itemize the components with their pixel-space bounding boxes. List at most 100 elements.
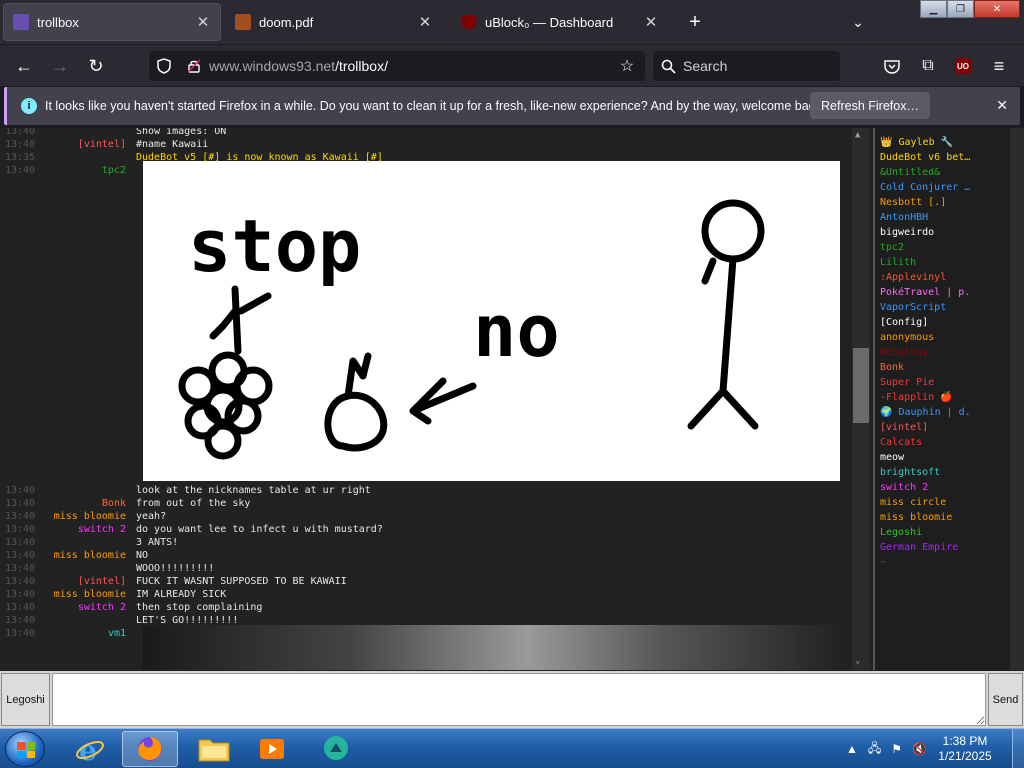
reload-icon[interactable]: ↻ [82,53,110,79]
action-center-flag-icon[interactable]: ⚑ [891,742,902,756]
user-list-item[interactable]: tpc2 [880,240,904,255]
user-list-item[interactable]: Cold Conjurer … [880,180,970,195]
system-clock[interactable]: 1:38 PM 1/21/2025 [932,734,998,764]
url-text[interactable]: www.windows93.net/trollbox/ [209,58,609,74]
close-tab-icon[interactable]: ✕ [195,14,211,31]
user-list-item[interactable]: [vintel] [880,420,928,435]
user-list-item[interactable]: German Empire [880,540,958,555]
user-list-item[interactable]: Lilith [880,255,916,270]
user-list-item[interactable]: AntonHBH [880,210,928,225]
media-player-icon[interactable] [244,731,300,767]
minimize-button[interactable]: ▁ [920,0,947,18]
user-list-item[interactable]: VaporScript [880,300,946,315]
bookmark-star-icon[interactable]: ☆ [609,56,645,76]
shield-icon[interactable] [149,58,179,74]
user-list-scrollbar[interactable] [1010,128,1024,670]
extensions-puzzle-icon[interactable]: ⧉ [916,54,940,78]
user-list-item[interactable]: anonymous [880,330,934,345]
tab-doom-pdf[interactable]: doom.pdf ✕ [225,3,443,41]
start-button[interactable] [5,731,45,767]
close-tab-icon[interactable]: ✕ [643,14,659,31]
user-list-item[interactable]: Nebulous [880,345,928,360]
trollbox-icon [13,14,29,30]
close-window-button[interactable]: ✕ [974,0,1020,18]
close-tab-icon[interactable]: ✕ [417,14,433,31]
message-nick[interactable]: vm1 [108,627,126,640]
user-list-item[interactable]: miss circle [880,495,946,510]
user-list-item[interactable]: [Config] [880,315,928,330]
firefox-icon[interactable] [122,731,178,767]
message-time: 13:40 [5,537,36,548]
message-nick[interactable]: miss bloomie [54,549,126,562]
user-list-item[interactable]: Legoshi [880,525,922,540]
user-list-item[interactable]: Bonk [880,360,904,375]
internet-explorer-icon[interactable]: e [62,731,118,767]
send-button[interactable]: Send [988,673,1023,726]
user-list-item[interactable]: brightsoft [880,465,940,480]
search-bar[interactable]: Search [653,51,840,81]
message-time: 13:40 [5,498,36,509]
user-list-item[interactable]: switch 2 [880,480,928,495]
messenger-icon[interactable] [308,731,364,767]
message-text: 3 ANTS! [136,537,179,548]
message-time: 13:40 [5,485,36,496]
message-nick[interactable]: switch 2 [78,601,126,614]
lock-icon[interactable] [179,59,209,73]
chat-message: 13:40 WOOO!!!!!!!!! [0,562,850,575]
url-bar[interactable]: www.windows93.net/trollbox/ ☆ [149,51,645,81]
message-nick[interactable]: switch 2 [78,523,126,536]
chat-scrollbar[interactable]: ▲ ⌄ [852,128,870,670]
message-nick[interactable]: Bonk [102,497,126,510]
message-text: look at the nicknames table at ur right [136,485,371,496]
forward-arrow-icon[interactable]: → [46,53,74,79]
pocket-icon[interactable] [880,54,904,78]
chat-scroll-thumb[interactable] [853,348,869,423]
user-list-item[interactable]: Nesbott [.] [880,195,946,210]
url-host: www.windows93.net [209,58,336,74]
show-hidden-icons-arrow-icon[interactable]: ▲ [846,742,858,756]
chat-message: 13:40 tpc2 [0,164,850,177]
user-list-item[interactable]: 🌍 Dauphin | d. [880,405,971,420]
user-list-item[interactable]: meow [880,450,904,465]
user-list-item[interactable]: miss bloomie [880,510,952,525]
message-nick[interactable]: miss bloomie [54,588,126,601]
tab-trollbox[interactable]: trollbox ✕ [3,3,221,41]
scroll-up-arrow-icon[interactable]: ▲ [855,130,860,140]
refresh-firefox-notification: i It looks like you haven't started Fire… [4,87,1020,125]
chat-log[interactable]: stop no ▲ ⌄ 13:40 Show images: ON 13:40 … [0,128,870,670]
message-nick[interactable]: miss bloomie [54,510,126,523]
ublock-toolbar-button[interactable]: UO [951,54,975,78]
user-list-item[interactable]: Calcats [880,435,922,450]
user-list-item[interactable]: Super Pie [880,375,934,390]
maximize-button[interactable]: ❐ [947,0,974,18]
back-arrow-icon[interactable]: ← [10,53,38,79]
message-nick[interactable]: tpc2 [102,164,126,177]
message-time: 13:40 [5,576,36,587]
nickname-button[interactable]: Legoshi [1,673,50,726]
chat-message: 13:40 [vintel] #name Kawaii [0,138,850,151]
user-list-item[interactable]: :Applevinyl [880,270,946,285]
network-icon[interactable]: 🖧 [868,739,881,760]
file-explorer-icon[interactable] [186,731,242,767]
show-desktop-button[interactable] [1012,729,1024,768]
user-list-item[interactable]: bigweirdo [880,225,934,240]
user-list-item[interactable]: -Flapplin 🍎 [880,390,953,405]
user-list-item[interactable]: ~ [880,555,886,570]
message-time: 13:40 [5,628,36,639]
tab-ublock-dashboard[interactable]: uBlock₀ — Dashboard ✕ [451,3,669,41]
scroll-down-arrow-icon[interactable]: ⌄ [855,656,860,666]
message-nick[interactable]: [vintel] [78,575,126,588]
user-list-item[interactable]: PokéTravel | p. [880,285,970,300]
list-all-tabs-chevron-icon[interactable]: ⌄ [846,10,870,34]
user-list-item[interactable]: 👑 Gayleb 🔧 [880,135,953,150]
new-tab-button[interactable]: + [683,10,707,34]
user-list-item[interactable]: &Untitled& [880,165,940,180]
chat-message-input[interactable] [52,673,986,726]
message-nick[interactable]: [vintel] [78,138,126,151]
user-list-item[interactable]: DudeBot v6 bet… [880,150,970,165]
close-notification-icon[interactable]: ✕ [996,97,1008,114]
volume-muted-icon[interactable]: 🔇 [912,742,927,756]
hamburger-menu-icon[interactable]: ≡ [987,54,1011,78]
chat-image-drawing[interactable]: stop no [143,161,840,481]
refresh-firefox-button[interactable]: Refresh Firefox… [810,92,930,119]
